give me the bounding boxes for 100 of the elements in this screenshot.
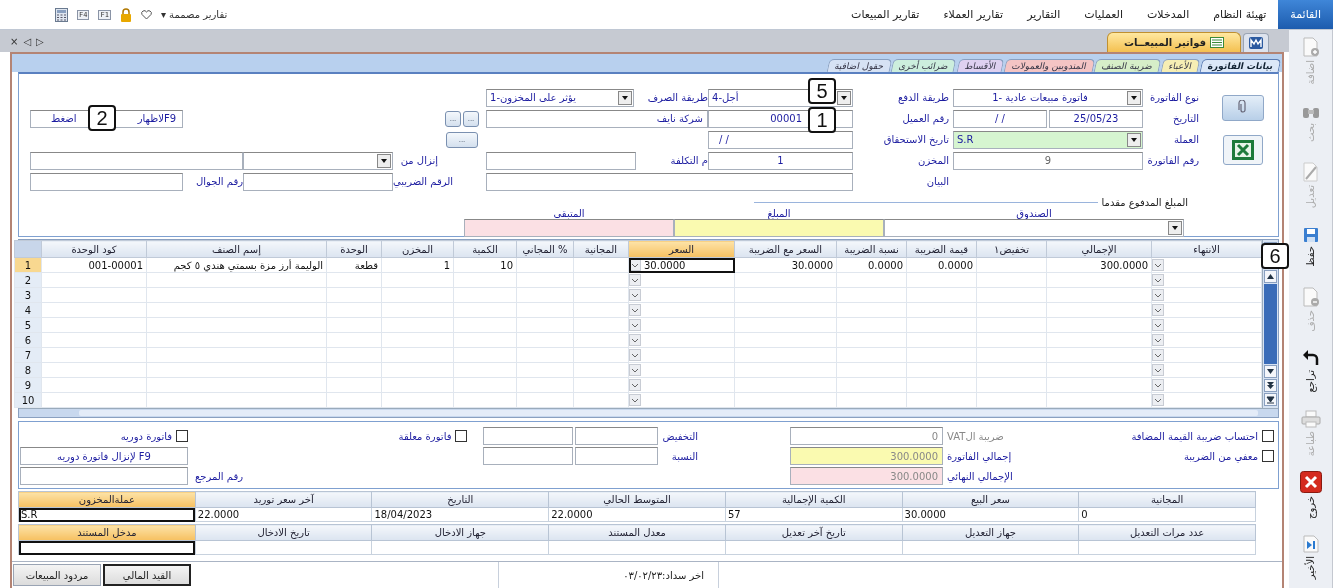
table-cell[interactable] <box>906 287 977 303</box>
table-cell[interactable] <box>628 377 735 393</box>
table-cell[interactable] <box>573 392 629 408</box>
text-field[interactable]: F9 لإنزال فاتورة دوريه <box>20 447 188 465</box>
table-cell[interactable] <box>326 377 382 393</box>
table-cell[interactable] <box>836 272 907 288</box>
text-field[interactable] <box>483 447 573 465</box>
table-cell[interactable] <box>836 377 907 393</box>
table-cell[interactable] <box>453 287 517 303</box>
section-tab[interactable]: الأعباء <box>1160 59 1201 72</box>
column-header[interactable]: كود الوحدة <box>41 240 147 258</box>
table-cell[interactable]: 10 <box>453 257 517 273</box>
table-cell[interactable] <box>326 347 382 363</box>
last-record-icon[interactable] <box>1266 395 1275 404</box>
home-tab[interactable] <box>1243 33 1269 52</box>
column-header[interactable]: السعر <box>628 240 735 258</box>
table-cell[interactable] <box>573 257 629 273</box>
tab-nav-button[interactable]: ▷ <box>36 36 44 47</box>
column-header[interactable]: الكمية <box>453 240 517 258</box>
column-header[interactable]: الانتهاء <box>1151 240 1262 258</box>
table-cell[interactable] <box>516 287 574 303</box>
table-cell[interactable] <box>976 302 1047 318</box>
text-field[interactable] <box>30 172 183 191</box>
table-cell[interactable] <box>453 332 517 348</box>
table-cell[interactable] <box>976 272 1047 288</box>
table-cell[interactable] <box>573 332 629 348</box>
table-cell[interactable] <box>836 302 907 318</box>
table-cell[interactable] <box>976 377 1047 393</box>
table-cell[interactable] <box>1151 392 1262 408</box>
table-cell[interactable] <box>381 332 454 348</box>
table-cell[interactable] <box>1151 257 1262 273</box>
table-cell[interactable] <box>453 347 517 363</box>
table-cell[interactable] <box>146 317 327 333</box>
text-field[interactable] <box>674 219 884 237</box>
table-cell[interactable] <box>516 272 574 288</box>
toolbar-button[interactable]: خروج <box>1289 464 1332 526</box>
table-cell[interactable] <box>836 362 907 378</box>
table-cell[interactable] <box>453 302 517 318</box>
table-cell[interactable] <box>628 287 735 303</box>
table-cell[interactable] <box>836 317 907 333</box>
table-cell[interactable] <box>516 377 574 393</box>
text-field[interactable] <box>483 427 573 445</box>
section-tab[interactable]: بيانات الفاتورة <box>1199 59 1282 72</box>
table-cell[interactable] <box>1046 332 1152 348</box>
table-cell[interactable] <box>326 287 382 303</box>
menu-item[interactable]: العمليات <box>1072 0 1135 29</box>
toolbar-button[interactable]: تراجع <box>1289 340 1332 402</box>
table-cell[interactable] <box>734 302 837 318</box>
table-cell[interactable] <box>146 272 327 288</box>
text-field[interactable] <box>243 172 393 191</box>
text-field[interactable] <box>575 427 658 445</box>
table-cell[interactable] <box>381 362 454 378</box>
table-cell[interactable] <box>381 377 454 393</box>
date-field[interactable]: / / <box>708 130 853 149</box>
text-field[interactable] <box>575 447 658 465</box>
table-cell[interactable] <box>1151 347 1262 363</box>
section-tab[interactable]: حقول اضافية <box>826 59 892 72</box>
table-cell[interactable] <box>734 377 837 393</box>
tab-nav-button[interactable]: ◁ <box>23 36 32 47</box>
menu-item[interactable]: تقارير العملاء <box>931 0 1016 29</box>
table-cell[interactable] <box>976 362 1047 378</box>
table-cell[interactable] <box>1151 317 1262 333</box>
table-cell[interactable] <box>146 332 327 348</box>
table-cell[interactable] <box>906 317 977 333</box>
table-cell[interactable] <box>976 317 1047 333</box>
table-cell[interactable] <box>734 392 837 408</box>
scroll-up-icon[interactable] <box>1266 273 1275 280</box>
table-cell[interactable] <box>381 317 454 333</box>
table-cell[interactable] <box>734 332 837 348</box>
table-cell[interactable] <box>734 317 837 333</box>
table-cell[interactable]: 0.0000 <box>836 257 907 273</box>
column-header[interactable]: قيمة الضريبة <box>906 240 977 258</box>
table-cell[interactable]: 300.0000 <box>1046 257 1152 273</box>
column-header[interactable]: المخزن <box>381 240 454 258</box>
column-header[interactable]: السعر مع الضريبة <box>734 240 837 258</box>
toolbar-button[interactable]: حفظ <box>1289 216 1332 278</box>
table-cell[interactable] <box>1151 302 1262 318</box>
status-button[interactable]: القيد المالي <box>103 564 191 586</box>
table-cell[interactable] <box>573 377 629 393</box>
checkbox[interactable] <box>1262 450 1274 462</box>
table-cell[interactable] <box>734 362 837 378</box>
document-tab[interactable]: فواتير المبيعــات <box>1106 32 1241 52</box>
reports-menu[interactable]: تقارير مصممة ▾ <box>160 9 228 20</box>
table-cell[interactable] <box>573 362 629 378</box>
table-cell[interactable] <box>734 287 837 303</box>
table-cell[interactable] <box>146 362 327 378</box>
status-button[interactable]: مردود المبيعات <box>13 564 101 586</box>
table-cell[interactable] <box>146 302 327 318</box>
table-cell[interactable] <box>628 302 735 318</box>
table-cell[interactable] <box>1046 287 1152 303</box>
table-cell[interactable] <box>453 392 517 408</box>
table-cell[interactable] <box>976 257 1047 273</box>
column-header[interactable]: تخفيض١ <box>976 240 1047 258</box>
table-cell[interactable]: 1 <box>381 257 454 273</box>
table-cell[interactable] <box>381 287 454 303</box>
table-cell[interactable] <box>906 272 977 288</box>
table-cell[interactable] <box>326 317 382 333</box>
table-cell[interactable] <box>976 332 1047 348</box>
text-field[interactable]: 1 <box>708 151 853 170</box>
table-cell[interactable] <box>906 302 977 318</box>
